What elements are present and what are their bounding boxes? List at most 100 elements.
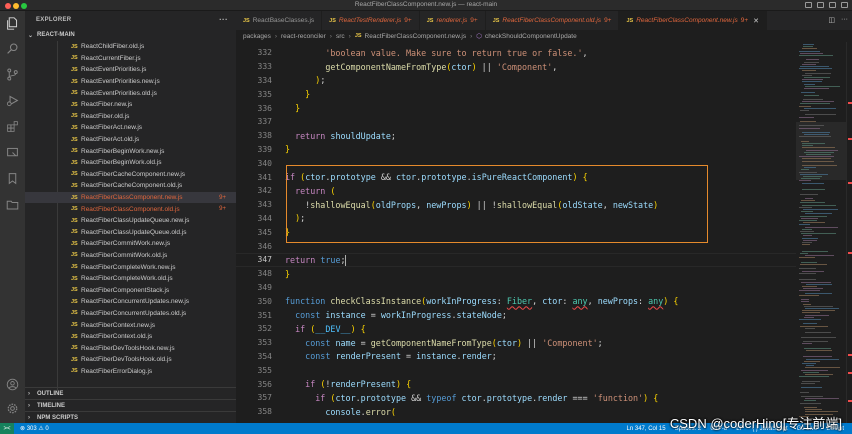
file-tree-item[interactable]: JS ReactFiberClassUpdateQueue.old.js bbox=[25, 227, 236, 239]
file-tree-item[interactable]: JS ReactFiberClassUpdateQueue.new.js bbox=[25, 215, 236, 227]
folder-icon[interactable] bbox=[6, 198, 19, 211]
minimap-line bbox=[805, 308, 839, 309]
file-tree-item[interactable]: JS ReactFiberAct.old.js bbox=[25, 134, 236, 146]
split-editor-icon[interactable]: ◫ bbox=[828, 16, 835, 24]
account-icon[interactable] bbox=[6, 378, 19, 391]
file-tree-item[interactable]: JS ReactEventPriorities.old.js bbox=[25, 87, 236, 99]
file-tree-item[interactable]: JS ReactFiberCacheComponent.new.js bbox=[25, 169, 236, 181]
timeline-section[interactable]: › TIMELINE bbox=[25, 399, 236, 411]
js-file-icon: JS bbox=[71, 159, 78, 166]
breadcrumb-item[interactable]: react-reconciler bbox=[281, 33, 326, 40]
code-line[interactable]: 355 bbox=[236, 363, 796, 377]
code-line[interactable]: 351 const instance = workInProgress.stat… bbox=[236, 308, 796, 322]
tab-react-test-renderer[interactable]: JS ReactTestRenderer.js 9+ bbox=[322, 11, 420, 30]
file-tree-item[interactable]: JS ReactFiberConcurrentUpdates.new.js bbox=[25, 296, 236, 308]
toggle-panel-icon[interactable] bbox=[817, 2, 824, 8]
problem-count-badge: 9+ bbox=[404, 17, 412, 24]
outline-section[interactable]: › OUTLINE bbox=[25, 387, 236, 399]
code-line[interactable]: 332 'boolean value. Make sure to return … bbox=[236, 46, 796, 60]
toggle-sidebar-icon[interactable] bbox=[805, 2, 812, 8]
code-line[interactable]: 336 } bbox=[236, 101, 796, 115]
tab-class-component-old[interactable]: JS ReactFiberClassComponent.old.js 9+ bbox=[486, 11, 620, 30]
search-icon[interactable] bbox=[6, 42, 19, 55]
code-line[interactable]: 335 } bbox=[236, 87, 796, 101]
minimap-line bbox=[801, 178, 820, 180]
file-tree-item[interactable]: JS ReactFiberCacheComponent.old.js bbox=[25, 180, 236, 192]
file-tree-item[interactable]: JS ReactEventPriorities.js bbox=[25, 64, 236, 76]
toggle-secondary-sidebar-icon[interactable] bbox=[829, 2, 836, 8]
line-number: 354 bbox=[257, 351, 272, 361]
file-tree-item[interactable]: JS ReactEventPriorities.new.js bbox=[25, 76, 236, 88]
tab-react-base-classes[interactable]: JS ReactBaseClasses.js bbox=[236, 11, 323, 30]
file-tree-item[interactable]: JS ReactFiberDevToolsHook.old.js bbox=[25, 354, 236, 366]
bookmark-icon[interactable] bbox=[6, 172, 19, 185]
settings-gear-icon[interactable] bbox=[6, 402, 19, 415]
customize-layout-icon[interactable] bbox=[841, 2, 848, 8]
tab-label: ReactFiberClassComponent.new.js bbox=[636, 17, 738, 24]
close-tab-icon[interactable]: ✕ bbox=[753, 17, 759, 25]
problems-status[interactable]: ⊗ 303 ⚠ 0 bbox=[20, 425, 49, 432]
file-tree-item[interactable]: JS ReactFiberCommitWork.old.js bbox=[25, 250, 236, 262]
file-tree-item[interactable]: JS ReactFiberErrorDialog.js bbox=[25, 366, 236, 378]
minimap-line bbox=[805, 255, 834, 257]
file-name: ReactFiberConcurrentUpdates.new.js bbox=[81, 298, 190, 306]
ellipsis-icon[interactable]: ··· bbox=[219, 15, 228, 24]
source-control-icon[interactable] bbox=[6, 68, 19, 81]
code-line[interactable]: 357 if (ctor.prototype && typeof ctor.pr… bbox=[236, 391, 796, 405]
file-tree-item[interactable]: JS ReactFiber.new.js bbox=[25, 99, 236, 111]
code-line[interactable]: 349 bbox=[236, 281, 796, 295]
file-tree-item[interactable]: JS ReactFiberBeginWork.old.js bbox=[25, 157, 236, 169]
npm-scripts-section[interactable]: › NPM SCRIPTS bbox=[25, 411, 236, 423]
breadcrumb-item[interactable]: ReactFiberClassComponent.new.js bbox=[365, 33, 467, 40]
file-tree-item[interactable]: JS ReactChildFiber.old.js bbox=[25, 41, 236, 53]
run-debug-icon[interactable] bbox=[6, 94, 19, 107]
file-tree-item[interactable]: JS ReactFiberCommitWork.new.js bbox=[25, 238, 236, 250]
file-tree-item[interactable]: JS ReactFiberAct.new.js bbox=[25, 122, 236, 134]
minimap-line bbox=[806, 349, 832, 351]
folder-root-react-main[interactable]: ⌄ REACT-MAIN bbox=[25, 29, 236, 41]
explorer-icon[interactable] bbox=[6, 17, 19, 30]
cursor-position[interactable]: Ln 347, Col 15 bbox=[627, 426, 666, 432]
code-line[interactable]: 350 function checkClassInstance(workInPro… bbox=[236, 294, 796, 308]
minimap-line bbox=[804, 61, 819, 63]
file-tree-item[interactable]: JS ReactFiber.old.js bbox=[25, 111, 236, 123]
breadcrumb-item[interactable]: packages bbox=[243, 33, 271, 40]
code-line[interactable]: 337 bbox=[236, 115, 796, 129]
file-tree-item[interactable]: JS ReactFiberDevToolsHook.new.js bbox=[25, 342, 236, 354]
line-number: 355 bbox=[257, 365, 272, 375]
code-line[interactable]: 333 getComponentNameFromType(ctor) || 'C… bbox=[236, 60, 796, 74]
file-tree-item[interactable]: JS ReactFiberConcurrentUpdates.old.js bbox=[25, 308, 236, 320]
file-tree-item[interactable]: JS ReactFiberClassComponent.old.js 9+ bbox=[25, 203, 236, 215]
minimap-line bbox=[799, 55, 833, 56]
code-line[interactable]: 353 const name = getComponentNameFromTyp… bbox=[236, 336, 796, 350]
code-line[interactable]: 338 return shouldUpdate; bbox=[236, 129, 796, 143]
file-tree-item[interactable]: JS ReactFiberClassComponent.new.js 9+ bbox=[25, 191, 236, 204]
file-tree-item[interactable]: JS ReactFiberContext.new.js bbox=[25, 319, 236, 331]
minimap-line bbox=[802, 310, 835, 312]
file-tree-item[interactable]: JS ReactCurrentFiber.js bbox=[25, 53, 236, 65]
code-line[interactable]: 354 const renderPresent = instance.rende… bbox=[236, 350, 796, 364]
breadcrumb-item[interactable]: src bbox=[336, 33, 345, 40]
code-line[interactable]: 339} bbox=[236, 143, 796, 157]
extensions-icon[interactable] bbox=[6, 120, 19, 133]
minimap[interactable] bbox=[796, 42, 846, 423]
file-tree-item[interactable]: JS ReactFiberBeginWork.new.js bbox=[25, 145, 236, 157]
more-actions-icon[interactable]: ··· bbox=[841, 16, 848, 24]
line-number: 358 bbox=[257, 407, 272, 417]
file-tree-item[interactable]: JS ReactFiberCompleteWork.new.js bbox=[25, 261, 236, 273]
code-line[interactable]: 352 if (__DEV__) { bbox=[236, 322, 796, 336]
remote-icon[interactable]: >< bbox=[0, 423, 14, 434]
code-line[interactable]: 348} bbox=[236, 267, 796, 281]
line-number: 335 bbox=[257, 89, 272, 99]
code-line[interactable]: 347 return true; bbox=[236, 253, 796, 267]
code-line[interactable]: 356 if (!renderPresent) { bbox=[236, 377, 796, 391]
file-tree-item[interactable]: JS ReactFiberContext.old.js bbox=[25, 331, 236, 343]
tab-renderer[interactable]: JS renderer.js 9+ bbox=[420, 11, 486, 30]
remote-explorer-icon[interactable] bbox=[6, 146, 19, 159]
breadcrumb-item[interactable]: checkShouldComponentUpdate bbox=[485, 33, 577, 40]
file-tree-item[interactable]: JS ReactFiberComponentStack.js bbox=[25, 284, 236, 296]
tab-class-component-new[interactable]: JS ReactFiberClassComponent.new.js 9+ ✕ bbox=[619, 11, 768, 30]
code-line[interactable]: 334 ); bbox=[236, 74, 796, 88]
vertical-scrollbar[interactable] bbox=[846, 42, 852, 423]
file-tree-item[interactable]: JS ReactFiberCompleteWork.old.js bbox=[25, 273, 236, 285]
